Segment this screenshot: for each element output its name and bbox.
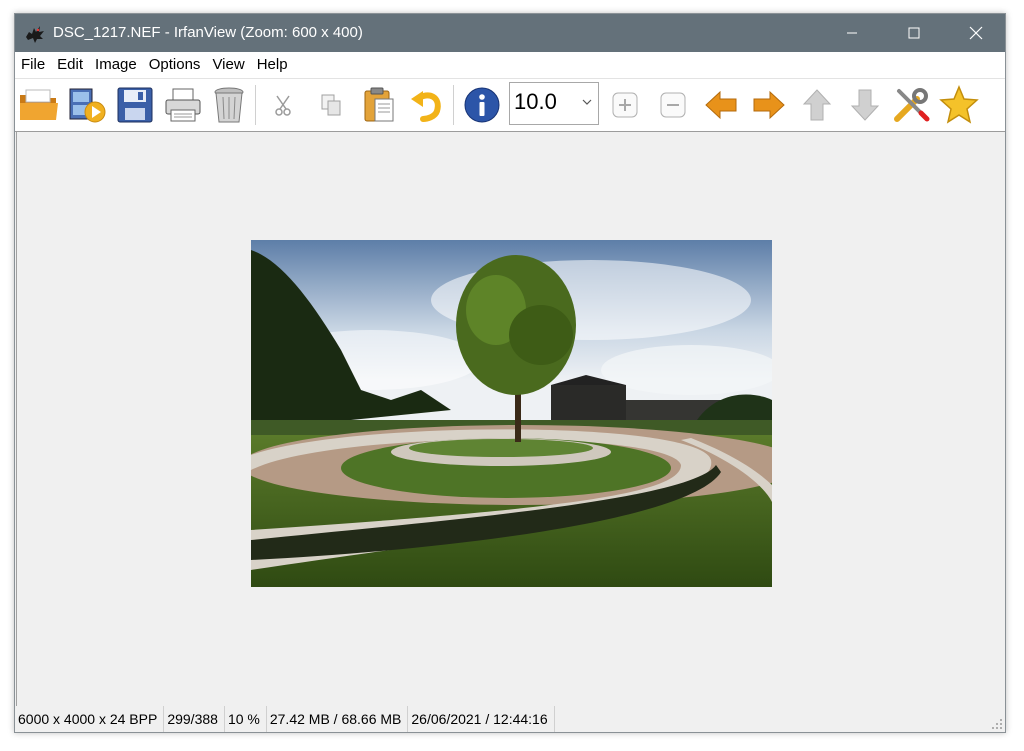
print-button[interactable] [161, 83, 205, 127]
status-file-index: 299/388 [164, 706, 225, 732]
favorites-button[interactable] [937, 83, 981, 127]
save-floppy-icon [117, 87, 153, 123]
zoom-in-button[interactable] [603, 83, 647, 127]
cut-button[interactable] [261, 83, 305, 127]
zoom-in-icon [612, 92, 638, 118]
up-button[interactable] [795, 83, 839, 127]
open-button[interactable] [17, 83, 61, 127]
undo-arrow-icon [411, 91, 441, 122]
menu-image[interactable]: Image [89, 52, 143, 78]
toolbar-separator [255, 85, 256, 125]
displayed-photo [251, 240, 772, 587]
menu-file[interactable]: File [15, 52, 51, 78]
chevron-down-icon [582, 99, 592, 105]
properties-tools-icon [894, 88, 930, 122]
status-bar: 6000 x 4000 x 24 BPP 299/388 10 % 27.42 … [15, 706, 1005, 732]
toolbar-separator [453, 85, 454, 125]
status-datetime: 26/06/2021 / 12:44:16 [408, 706, 555, 732]
zoom-out-icon [660, 92, 686, 118]
park-photo-image [251, 240, 772, 587]
minimize-icon [847, 32, 857, 34]
image-canvas[interactable] [16, 132, 1004, 706]
properties-button[interactable] [889, 83, 933, 127]
resize-grip-icon[interactable] [991, 718, 1003, 730]
previous-button[interactable] [699, 83, 743, 127]
info-icon [464, 87, 500, 123]
down-arrow-icon [850, 89, 880, 121]
menu-view[interactable]: View [206, 52, 250, 78]
status-zoom: 10 % [225, 706, 267, 732]
slideshow-icon [69, 88, 106, 123]
zoom-value: 10.0 [514, 89, 557, 114]
save-button[interactable] [113, 83, 157, 127]
title-bar[interactable]: DSC_1217.NEF - IrfanView (Zoom: 600 x 40… [15, 14, 1005, 52]
down-button[interactable] [843, 83, 887, 127]
status-memory: 27.42 MB / 68.66 MB [267, 706, 409, 732]
paste-clipboard-icon [364, 87, 394, 122]
minimize-button[interactable] [821, 14, 883, 52]
window-title: DSC_1217.NEF - IrfanView (Zoom: 600 x 40… [53, 24, 363, 41]
menu-options[interactable]: Options [143, 52, 207, 78]
irfanview-window: DSC_1217.NEF - IrfanView (Zoom: 600 x 40… [14, 13, 1006, 733]
close-icon [969, 26, 983, 40]
paste-button[interactable] [357, 83, 401, 127]
next-button[interactable] [747, 83, 791, 127]
open-folder-icon [20, 89, 58, 120]
cut-scissors-icon [275, 95, 291, 116]
irfanview-cat-icon [26, 26, 44, 43]
copy-button[interactable] [309, 83, 353, 127]
copy-icon [321, 94, 341, 116]
status-dimensions: 6000 x 4000 x 24 BPP [15, 706, 165, 732]
menu-help[interactable]: Help [251, 52, 294, 78]
menu-bar: File Edit Image Options View Help [15, 52, 1005, 79]
print-icon [165, 88, 201, 122]
close-button[interactable] [945, 14, 1007, 52]
zoom-combobox[interactable]: 10.0 [509, 82, 599, 125]
up-arrow-icon [802, 89, 832, 121]
maximize-button[interactable] [883, 14, 945, 52]
toolbar: 10.0 [15, 79, 1005, 132]
slideshow-button[interactable] [65, 83, 109, 127]
info-button[interactable] [460, 83, 504, 127]
previous-arrow-icon [705, 90, 737, 120]
zoom-out-button[interactable] [651, 83, 695, 127]
menu-edit[interactable]: Edit [51, 52, 89, 78]
delete-trash-icon [214, 87, 244, 123]
undo-button[interactable] [405, 83, 449, 127]
delete-button[interactable] [207, 83, 251, 127]
next-arrow-icon [753, 90, 785, 120]
maximize-icon [908, 27, 920, 39]
favorites-star-icon [939, 85, 979, 124]
